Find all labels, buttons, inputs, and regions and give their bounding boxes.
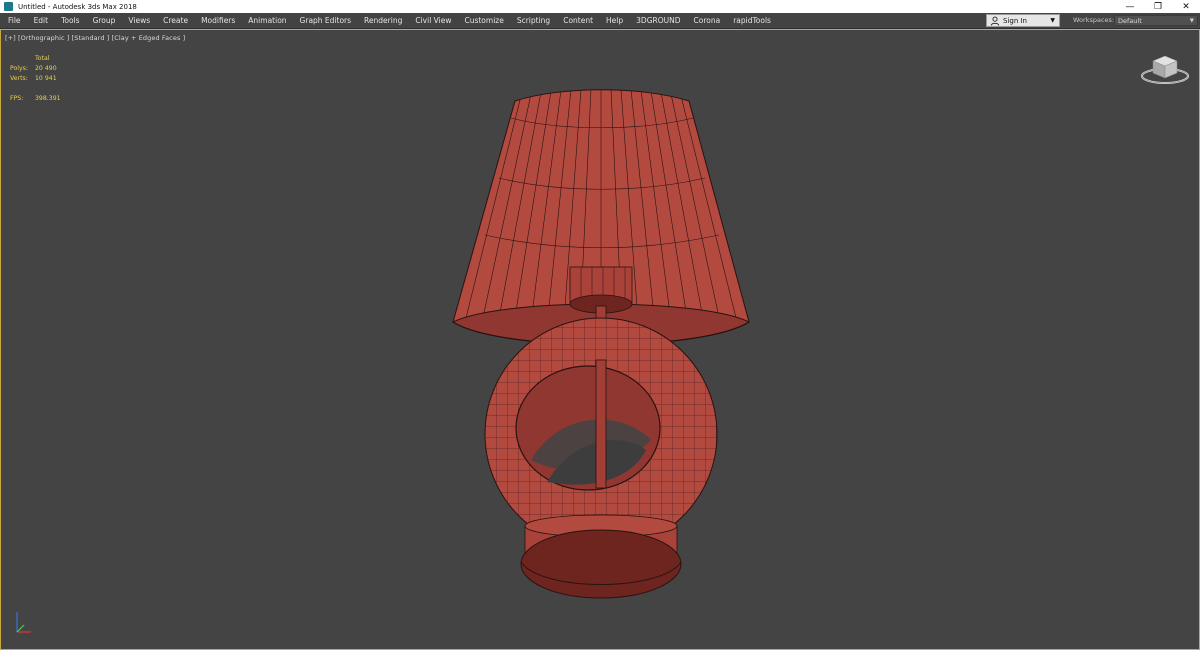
chevron-down-icon: ▼ bbox=[1050, 17, 1055, 24]
lamp-model[interactable] bbox=[1, 30, 1199, 649]
lamp-foot bbox=[520, 514, 682, 599]
menu-help[interactable]: Help bbox=[600, 13, 630, 28]
title-bar: Untitled - Autodesk 3ds Max 2018 — ❐ ✕ bbox=[0, 0, 1200, 13]
menu-rendering[interactable]: Rendering bbox=[358, 13, 409, 28]
workspaces-dropdown[interactable]: Default ▼ bbox=[1114, 15, 1198, 26]
workspaces-label: Workspaces: bbox=[1073, 16, 1115, 24]
workspaces-value: Default bbox=[1118, 16, 1142, 25]
user-icon bbox=[990, 16, 1000, 26]
close-icon[interactable]: ✕ bbox=[1172, 0, 1200, 13]
menu-civil-view[interactable]: Civil View bbox=[409, 13, 458, 28]
app-icon[interactable] bbox=[4, 2, 13, 11]
chevron-down-icon: ▼ bbox=[1189, 17, 1194, 24]
menu-modifiers[interactable]: Modifiers bbox=[195, 13, 242, 28]
menu-edit[interactable]: Edit bbox=[27, 13, 55, 28]
minimize-icon[interactable]: — bbox=[1116, 0, 1144, 13]
sign-in-button[interactable]: Sign In ▼ bbox=[986, 14, 1060, 27]
axis-tripod-icon bbox=[16, 612, 31, 633]
sign-in-label: Sign In bbox=[1003, 16, 1027, 25]
menu-group[interactable]: Group bbox=[86, 13, 122, 28]
restore-icon[interactable]: ❐ bbox=[1144, 0, 1172, 13]
menu-tools[interactable]: Tools bbox=[55, 13, 86, 28]
menu-corona[interactable]: Corona bbox=[687, 13, 727, 28]
menu-scripting[interactable]: Scripting bbox=[510, 13, 556, 28]
menu-bar: File Edit Tools Group Views Create Modif… bbox=[0, 13, 1200, 29]
menu-create[interactable]: Create bbox=[157, 13, 195, 28]
menu-content[interactable]: Content bbox=[557, 13, 600, 28]
menu-customize[interactable]: Customize bbox=[458, 13, 510, 28]
menu-graph-editors[interactable]: Graph Editors bbox=[293, 13, 358, 28]
menu-animation[interactable]: Animation bbox=[242, 13, 293, 28]
perspective-viewport[interactable]: [+] [Orthographic ] [Standard ] [Clay + … bbox=[0, 29, 1200, 650]
menu-views[interactable]: Views bbox=[122, 13, 157, 28]
window-title: Untitled - Autodesk 3ds Max 2018 bbox=[18, 2, 137, 11]
menu-3dground[interactable]: 3DGROUND bbox=[630, 13, 687, 28]
window-controls: — ❐ ✕ bbox=[1116, 0, 1200, 13]
menu-rapidtools[interactable]: rapidTools bbox=[727, 13, 778, 28]
menu-file[interactable]: File bbox=[0, 13, 27, 28]
